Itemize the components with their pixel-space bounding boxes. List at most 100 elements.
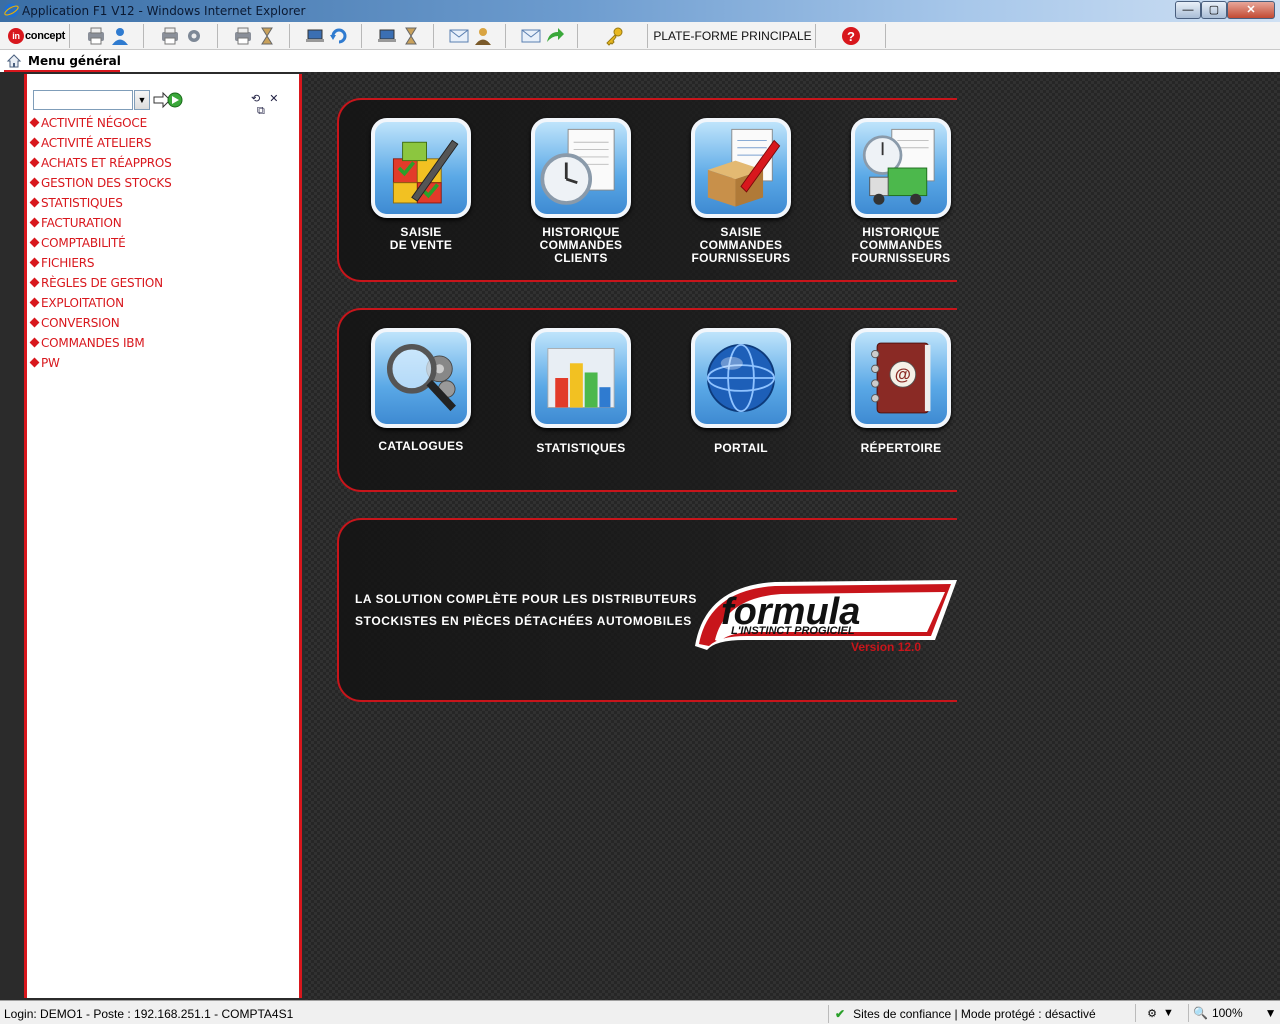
tile-saisie-commandes-fournisseurs[interactable]: SAISIE COMMANDES FOURNISSEURS — [681, 118, 801, 265]
diamond-bullet-icon — [29, 277, 40, 288]
security-zone-text: Sites de confiance | Mode protégé : désa… — [853, 1007, 1096, 1021]
print-user-button[interactable] — [72, 24, 144, 48]
laptop-pending-button[interactable] — [364, 24, 434, 48]
printer-icon — [234, 27, 251, 45]
expand-icon[interactable]: ⧉ — [257, 105, 265, 117]
sidebar-item-activite-ateliers[interactable]: ACTIVITÉ ATELIERS — [29, 136, 172, 156]
sidebar-item-pw[interactable]: PW — [29, 356, 172, 376]
menu-tab-bar: Menu général — [0, 51, 1280, 72]
branding-panel: LA SOLUTION COMPLÈTE POUR LES DISTRIBUTE… — [337, 518, 957, 702]
inconcept-logo[interactable]: in concept — [4, 24, 70, 48]
printer-icon — [87, 27, 104, 45]
hourglass-icon — [260, 27, 273, 45]
sidebar-nav: ACTIVITÉ NÉGOCE ACTIVITÉ ATELIERS ACHATS… — [29, 116, 172, 376]
svg-text:@: @ — [895, 365, 911, 384]
main-toolbar: in concept PLATE-FORME PRINCIPALE ? — [0, 22, 1280, 50]
sidebar-item-conversion[interactable]: CONVERSION — [29, 316, 172, 336]
tile-repertoire[interactable]: @ RÉPERTOIRE — [841, 328, 961, 455]
diamond-bullet-icon — [29, 317, 40, 328]
key-button[interactable] — [580, 24, 648, 48]
sidebar-item-comptabilite[interactable]: COMPTABILITÉ — [29, 236, 172, 256]
supplier-history-icon — [851, 118, 951, 218]
tile-saisie-vente[interactable]: SAISIE DE VENTE — [361, 118, 481, 252]
go-arrow-icon[interactable] — [153, 90, 183, 110]
help-icon: ? — [841, 27, 860, 45]
close-button[interactable]: ✕ — [1227, 1, 1275, 19]
catalog-search-icon — [371, 328, 471, 428]
mail-forward-button[interactable] — [508, 24, 578, 48]
minimize-button[interactable]: — — [1175, 1, 1201, 19]
chevron-down-icon: ▼ — [137, 95, 147, 105]
ie-icon — [4, 3, 19, 18]
security-zone[interactable]: ✔ Sites de confiance | Mode protégé : dé… — [828, 1005, 1096, 1023]
print-pending-button[interactable] — [220, 24, 290, 48]
menu-tab-label[interactable]: Menu général — [28, 54, 121, 68]
laptop-icon — [377, 29, 396, 42]
bar-chart-icon — [531, 328, 631, 428]
svg-text:?: ? — [847, 29, 855, 44]
main-dashboard: SAISIE DE VENTE HISTORIQUE COMMANDES CLIENT… — [305, 72, 1280, 1000]
logo-tagline: L'INSTINCT PROGICIEL — [731, 625, 855, 637]
home-icon — [6, 54, 22, 68]
printer-icon — [161, 27, 178, 45]
tile-statistiques[interactable]: STATISTIQUES — [521, 328, 641, 455]
forward-arrow-icon — [546, 28, 564, 42]
diamond-bullet-icon — [29, 177, 40, 188]
chevron-down-icon: ▼ — [1162, 1007, 1174, 1019]
hourglass-icon — [404, 27, 417, 45]
mail-icon — [521, 29, 540, 43]
tile-historique-commandes-fournisseurs[interactable]: HISTORIQUE COMMANDES FOURNISSEURS — [841, 118, 961, 265]
sidebar-item-exploitation[interactable]: EXPLOITATION — [29, 296, 172, 316]
supplier-order-icon — [691, 118, 791, 218]
help-button[interactable]: ? — [816, 24, 886, 48]
status-tools[interactable]: ⚙ ▼ — [1135, 1004, 1185, 1022]
diamond-bullet-icon — [29, 217, 40, 228]
tools-panel: CATALOGUES STATISTIQUES PORTAIL @ RÉPERT… — [337, 308, 957, 492]
laptop-icon — [305, 29, 324, 42]
zoom-level: 100% — [1211, 1006, 1243, 1020]
slogan-line-2: STOCKISTES EN PIÈCES DÉTACHÉES AUTOMOBIL… — [355, 614, 692, 628]
sidebar-item-fichiers[interactable]: FICHIERS — [29, 256, 172, 276]
sidebar-item-gestion-stocks[interactable]: GESTION DES STOCKS — [29, 176, 172, 196]
address-book-icon: @ — [851, 328, 951, 428]
diamond-bullet-icon — [29, 297, 40, 308]
tile-portail[interactable]: PORTAIL — [681, 328, 801, 455]
diamond-bullet-icon — [29, 357, 40, 368]
search-dropdown-button[interactable]: ▼ — [134, 90, 150, 110]
tile-catalogues[interactable]: CATALOGUES — [361, 328, 481, 453]
login-status: Login: DEMO1 - Poste : 192.168.251.1 - C… — [4, 1007, 294, 1021]
diamond-bullet-icon — [29, 257, 40, 268]
diamond-bullet-icon — [29, 117, 40, 128]
diamond-bullet-icon — [29, 197, 40, 208]
search-input[interactable] — [33, 90, 133, 110]
diamond-bullet-icon — [29, 337, 40, 348]
laptop-refresh-button[interactable] — [292, 24, 362, 48]
refresh-icon[interactable]: ⟲ — [251, 93, 260, 105]
globe-icon — [691, 328, 791, 428]
diamond-bullet-icon — [29, 137, 40, 148]
tile-historique-commandes-clients[interactable]: HISTORIQUE COMMANDES CLIENTS — [521, 118, 641, 265]
print-settings-button[interactable] — [146, 24, 218, 48]
gear-icon — [187, 30, 200, 42]
logo-badge: in — [7, 28, 24, 44]
sidebar-item-achats-reappros[interactable]: ACHATS ET RÉAPPROS — [29, 156, 172, 176]
diamond-bullet-icon — [29, 237, 40, 248]
sidebar-item-regles-gestion[interactable]: RÈGLES DE GESTION — [29, 276, 172, 296]
sidebar-tools: ⟲ ✕ ⧉ — [251, 92, 295, 117]
close-icon[interactable]: ✕ — [269, 93, 278, 105]
network-icon: ⚙ — [1147, 1007, 1157, 1020]
sales-entry-icon — [371, 118, 471, 218]
maximize-button[interactable]: ▢ — [1201, 1, 1227, 19]
window-titlebar: Application F1 V12 - Windows Internet Ex… — [0, 0, 1280, 22]
sidebar-item-statistiques[interactable]: STATISTIQUES — [29, 196, 172, 216]
mail-icon — [449, 29, 468, 43]
zoom-control[interactable]: 🔍 100% ▼ — [1188, 1004, 1277, 1022]
sidebar-item-facturation[interactable]: FACTURATION — [29, 216, 172, 236]
sidebar: ▼ ⟲ ✕ ⧉ ACTIVITÉ NÉGOCE ACTIVITÉ ATELIER… — [24, 74, 302, 998]
platform-button[interactable]: PLATE-FORME PRINCIPALE — [650, 24, 816, 48]
sidebar-item-activite-negoce[interactable]: ACTIVITÉ NÉGOCE — [29, 116, 172, 136]
key-icon — [605, 27, 622, 46]
user-icon — [111, 28, 128, 45]
mail-user-button[interactable] — [436, 24, 506, 48]
sidebar-item-commandes-ibm[interactable]: COMMANDES IBM — [29, 336, 172, 356]
